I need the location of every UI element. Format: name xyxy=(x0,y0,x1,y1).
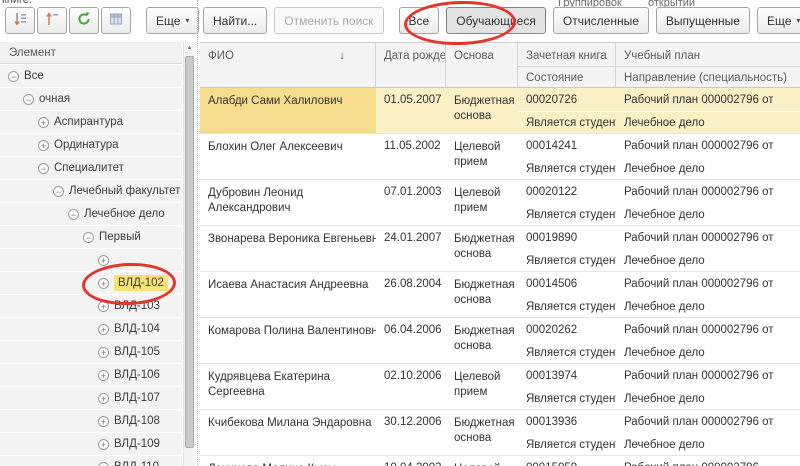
filter-graduated-label: Выпущенные xyxy=(666,14,740,28)
column-header-basis[interactable]: Основа xyxy=(446,43,518,87)
tree-toolbar: Еще ▾ xyxy=(0,0,197,42)
selected-tree-label: ВЛД-102 xyxy=(114,275,168,291)
gradebook-header-label: Зачетная книга xyxy=(518,43,615,66)
tree-item-ordinatura[interactable]: +Ординатура xyxy=(0,134,182,157)
filter-expelled-button[interactable]: Отчисленные xyxy=(553,7,649,34)
table-columns-icon xyxy=(108,11,124,30)
table-row[interactable]: Звонарева Вероника Евгеньевна 24.01.2007… xyxy=(200,226,800,272)
tree-scrollbar[interactable]: ▲ xyxy=(183,42,195,466)
tree-item-vld-109[interactable]: +ВЛД-109 xyxy=(0,433,182,456)
students-list-screen: книге: Группировок открытий Еще ▾ xyxy=(0,0,800,466)
filter-students-label: Обучающиеся xyxy=(456,14,536,28)
tree-item-pervy[interactable]: −Первый xyxy=(0,226,182,249)
columns-settings-button[interactable] xyxy=(101,7,131,34)
tree-item-vld-103[interactable]: +ВЛД-103 xyxy=(0,295,182,318)
table-row[interactable]: Блохин Олег Алексеевич 11.05.2002 Целево… xyxy=(200,134,800,180)
tree-item-blank[interactable]: + xyxy=(0,249,182,272)
table-more-label: Еще xyxy=(767,14,791,28)
filter-all-label: Все xyxy=(409,14,430,28)
tree-item-vse[interactable]: −Все xyxy=(0,65,182,88)
expand-icon[interactable]: + xyxy=(98,324,109,335)
expand-icon[interactable]: + xyxy=(38,140,49,151)
cancel-search-label: Отменить поиск xyxy=(284,14,373,28)
chevron-down-icon: ▾ xyxy=(185,16,189,25)
table-row[interactable]: Кчибекова Милана Эндаровна 30.12.2006 Бю… xyxy=(200,410,800,456)
tree-item-vld-110[interactable]: +ВЛД-110 xyxy=(0,456,182,466)
expand-icon[interactable]: + xyxy=(98,370,109,381)
tree-item-lechebnoe-delo[interactable]: −Лечебное дело xyxy=(0,203,182,226)
move-up-level-button[interactable] xyxy=(37,7,67,34)
tree-item-vld-102[interactable]: + ВЛД-102 xyxy=(0,272,182,295)
status-header-label: Состояние xyxy=(518,66,615,84)
collapse-icon[interactable]: − xyxy=(23,94,34,105)
column-header-fio[interactable]: ФИО ↓ xyxy=(200,43,376,87)
expand-icon[interactable]: + xyxy=(38,117,49,128)
table-row-partial[interactable]: Лачинова Мадина Кызы 10.04.2003 Целевой … xyxy=(200,456,800,466)
cancel-search-button[interactable]: Отменить поиск xyxy=(274,7,383,34)
spec-header-label: Направление (специальность) xyxy=(616,66,800,84)
refresh-button[interactable] xyxy=(69,7,99,34)
expand-icon[interactable]: + xyxy=(98,278,109,289)
groups-tree-pane: Элемент −Все −очная +Аспирантура +Ордина… xyxy=(0,42,197,466)
expand-icon[interactable]: + xyxy=(98,416,109,427)
collapse-icon[interactable]: − xyxy=(38,163,49,174)
tree-item-vld-106[interactable]: +ВЛД-106 xyxy=(0,364,182,387)
collapse-icon[interactable]: − xyxy=(68,209,79,220)
tree-item-aspirantura[interactable]: +Аспирантура xyxy=(0,111,182,134)
scroll-up-icon[interactable]: ▲ xyxy=(184,42,195,55)
tree-more-button[interactable]: Еще ▾ xyxy=(146,7,199,34)
table-row[interactable]: Кудрявцева Екатерина Сергеевна 02.10.200… xyxy=(200,364,800,410)
table-row[interactable]: Комарова Полина Валентиновна 06.04.2006 … xyxy=(200,318,800,364)
column-header-plan[interactable]: Учебный план Направление (специальность) xyxy=(616,43,800,87)
tree-item-vld-108[interactable]: +ВЛД-108 xyxy=(0,410,182,433)
expand-icon[interactable]: + xyxy=(98,393,109,404)
expand-icon[interactable]: + xyxy=(98,301,109,312)
tree-item-vld-107[interactable]: +ВЛД-107 xyxy=(0,387,182,410)
tree-column-header[interactable]: Элемент xyxy=(0,42,182,64)
filter-students-button[interactable]: Обучающиеся xyxy=(446,7,546,34)
tree-item-vld-105[interactable]: +ВЛД-105 xyxy=(0,341,182,364)
table-toolbar: Найти... Отменить поиск Все Обучающиеся … xyxy=(203,7,796,34)
table-more-button[interactable]: Еще ▾ xyxy=(757,7,800,34)
tree-item-ochnaya[interactable]: −очная xyxy=(0,88,182,111)
pane-splitter[interactable] xyxy=(197,0,198,466)
filter-all-button[interactable]: Все xyxy=(399,7,440,34)
tree-items: −Все −очная +Аспирантура +Ординатура −Сп… xyxy=(0,65,182,466)
scrollbar-thumb[interactable] xyxy=(185,56,194,448)
fio-header-label: ФИО xyxy=(208,50,234,87)
tree-item-specialitet[interactable]: −Специалитет xyxy=(0,157,182,180)
filter-expelled-label: Отчисленные xyxy=(563,14,639,28)
collapse-icon[interactable]: − xyxy=(83,232,94,243)
expand-icon[interactable]: + xyxy=(98,255,109,266)
arrow-up-bar-icon xyxy=(44,11,60,30)
chevron-down-icon: ▾ xyxy=(796,16,800,25)
collapse-icon[interactable]: − xyxy=(53,186,64,197)
column-header-gradebook[interactable]: Зачетная книга Состояние xyxy=(518,43,616,87)
plan-header-label: Учебный план xyxy=(616,43,800,66)
table-row[interactable]: Дубровин Леонид Александрович 07.01.2003… xyxy=(200,180,800,226)
expand-icon[interactable]: + xyxy=(98,439,109,450)
filter-graduated-button[interactable]: Выпущенные xyxy=(656,7,750,34)
find-label: Найти... xyxy=(213,14,257,28)
tree-item-vld-104[interactable]: +ВЛД-104 xyxy=(0,318,182,341)
move-down-level-button[interactable] xyxy=(5,7,35,34)
sort-descending-icon: ↓ xyxy=(339,50,345,87)
expand-icon[interactable]: + xyxy=(98,347,109,358)
tree-item-lechebny-fakultet[interactable]: −Лечебный факультет xyxy=(0,180,182,203)
tree-more-label: Еще xyxy=(156,14,180,28)
refresh-icon xyxy=(76,11,92,30)
expand-icon[interactable]: + xyxy=(98,462,109,466)
table-row-selected[interactable]: Алабди Сами Халилович 01.05.2007 Бюджетн… xyxy=(200,88,800,134)
find-button[interactable]: Найти... xyxy=(203,7,267,34)
column-header-birthdate[interactable]: Дата рождения xyxy=(376,43,446,87)
table-row[interactable]: Исаева Анастасия Андреевна 26.08.2004 Бю… xyxy=(200,272,800,318)
students-table: ФИО ↓ Дата рождения Основа Зачетная книг… xyxy=(200,42,800,466)
arrow-down-list-icon xyxy=(12,11,28,30)
collapse-icon[interactable]: − xyxy=(8,71,19,82)
table-header-row: ФИО ↓ Дата рождения Основа Зачетная книг… xyxy=(200,42,800,88)
